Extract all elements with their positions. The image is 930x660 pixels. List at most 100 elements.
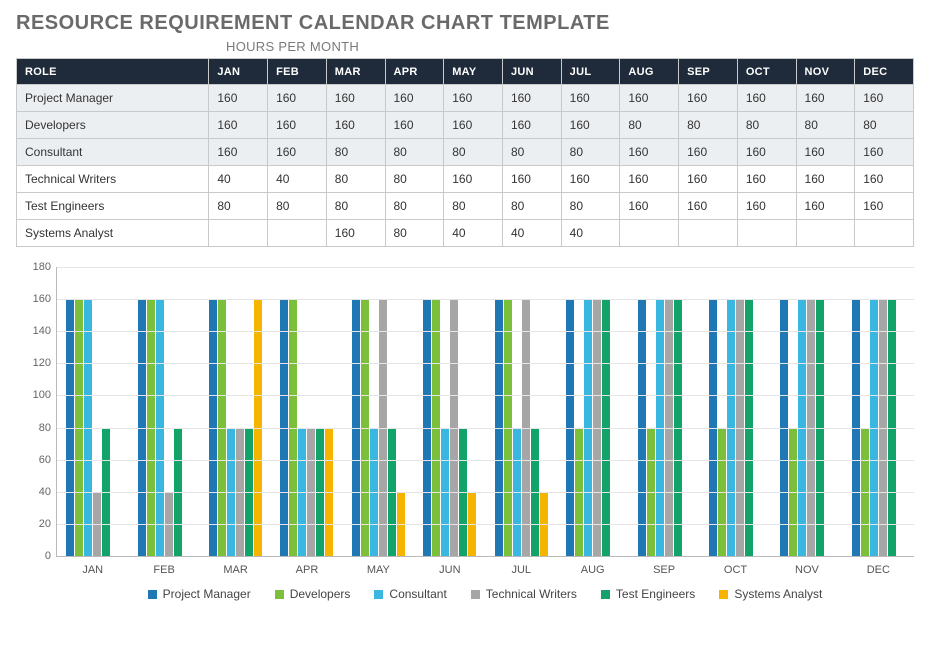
value-cell: 80 xyxy=(444,193,503,220)
y-tick-label: 120 xyxy=(21,357,51,369)
x-tick-label: MAY xyxy=(343,564,414,576)
value-cell: 160 xyxy=(385,112,444,139)
value-cell: 160 xyxy=(268,112,327,139)
y-tick-label: 160 xyxy=(21,293,51,305)
legend-swatch xyxy=(148,590,157,599)
value-cell: 160 xyxy=(502,166,561,193)
value-cell: 160 xyxy=(737,139,796,166)
x-tick-label: FEB xyxy=(128,564,199,576)
table-row: Developers160160160160160160160808080808… xyxy=(17,112,914,139)
value-cell: 160 xyxy=(326,112,385,139)
value-cell: 80 xyxy=(855,112,914,139)
bar-group: MAR xyxy=(200,267,271,556)
value-cell: 160 xyxy=(620,193,679,220)
col-header-month: JUL xyxy=(561,59,620,85)
value-cell: 160 xyxy=(444,112,503,139)
col-header-month: AUG xyxy=(620,59,679,85)
bar-group: FEB xyxy=(128,267,199,556)
value-cell: 80 xyxy=(268,193,327,220)
value-cell: 80 xyxy=(209,193,268,220)
y-tick-label: 80 xyxy=(21,422,51,434)
legend-swatch xyxy=(275,590,284,599)
role-cell: Project Manager xyxy=(17,85,209,112)
value-cell xyxy=(268,220,327,247)
x-tick-label: DEC xyxy=(843,564,914,576)
value-cell xyxy=(737,220,796,247)
value-cell: 160 xyxy=(326,220,385,247)
legend-swatch xyxy=(719,590,728,599)
y-tick-label: 20 xyxy=(21,518,51,530)
table-row: Systems Analyst16080404040 xyxy=(17,220,914,247)
value-cell: 80 xyxy=(385,139,444,166)
bar-group: MAY xyxy=(343,267,414,556)
x-tick-label: OCT xyxy=(700,564,771,576)
col-header-month: MAR xyxy=(326,59,385,85)
value-cell xyxy=(209,220,268,247)
page-title: RESOURCE REQUIREMENT CALENDAR CHART TEMP… xyxy=(16,12,914,35)
x-tick-label: SEP xyxy=(628,564,699,576)
value-cell xyxy=(855,220,914,247)
col-header-month: JAN xyxy=(209,59,268,85)
x-tick-label: MAR xyxy=(200,564,271,576)
value-cell: 160 xyxy=(855,193,914,220)
legend-swatch xyxy=(601,590,610,599)
value-cell: 160 xyxy=(385,85,444,112)
value-cell: 160 xyxy=(209,112,268,139)
table-row: Technical Writers40408080160160160160160… xyxy=(17,166,914,193)
value-cell: 160 xyxy=(855,85,914,112)
value-cell: 160 xyxy=(561,166,620,193)
bar-group: SEP xyxy=(628,267,699,556)
col-header-month: SEP xyxy=(679,59,738,85)
legend-item: Systems Analyst xyxy=(719,587,822,601)
value-cell: 160 xyxy=(679,166,738,193)
legend-item: Technical Writers xyxy=(471,587,577,601)
value-cell: 160 xyxy=(679,193,738,220)
value-cell: 160 xyxy=(620,85,679,112)
value-cell: 160 xyxy=(796,139,855,166)
legend-item: Developers xyxy=(275,587,351,601)
bar-group: JAN xyxy=(57,267,128,556)
table-row: Project Manager1601601601601601601601601… xyxy=(17,85,914,112)
legend-label: Test Engineers xyxy=(616,587,695,601)
value-cell: 160 xyxy=(679,139,738,166)
value-cell: 80 xyxy=(561,139,620,166)
value-cell: 160 xyxy=(268,139,327,166)
x-tick-label: NOV xyxy=(771,564,842,576)
legend-swatch xyxy=(374,590,383,599)
x-tick-label: AUG xyxy=(557,564,628,576)
resource-bar-chart: JANFEBMARAPRMAYJUNJULAUGSEPOCTNOVDEC 020… xyxy=(16,267,914,607)
col-header-month: APR xyxy=(385,59,444,85)
value-cell: 160 xyxy=(502,85,561,112)
value-cell: 40 xyxy=(444,220,503,247)
value-cell: 160 xyxy=(268,85,327,112)
legend-swatch xyxy=(471,590,480,599)
legend-item: Test Engineers xyxy=(601,587,695,601)
resource-table: ROLEJANFEBMARAPRMAYJUNJULAUGSEPOCTNOVDEC… xyxy=(16,58,914,247)
value-cell: 80 xyxy=(326,139,385,166)
col-header-month: OCT xyxy=(737,59,796,85)
value-cell: 80 xyxy=(796,112,855,139)
value-cell: 160 xyxy=(796,85,855,112)
legend-item: Consultant xyxy=(374,587,446,601)
value-cell: 160 xyxy=(855,139,914,166)
hours-per-month-label: HOURS PER MONTH xyxy=(226,39,914,54)
y-tick-label: 0 xyxy=(21,550,51,562)
value-cell: 160 xyxy=(561,85,620,112)
legend-item: Project Manager xyxy=(148,587,251,601)
value-cell: 40 xyxy=(268,166,327,193)
bar-group: DEC xyxy=(843,267,914,556)
value-cell xyxy=(620,220,679,247)
x-tick-label: APR xyxy=(271,564,342,576)
value-cell xyxy=(679,220,738,247)
role-cell: Consultant xyxy=(17,139,209,166)
value-cell: 80 xyxy=(620,112,679,139)
bar-group: JUL xyxy=(486,267,557,556)
value-cell: 160 xyxy=(444,166,503,193)
value-cell: 40 xyxy=(561,220,620,247)
value-cell: 80 xyxy=(737,112,796,139)
value-cell: 80 xyxy=(385,193,444,220)
value-cell: 80 xyxy=(679,112,738,139)
value-cell: 160 xyxy=(737,85,796,112)
value-cell xyxy=(796,220,855,247)
value-cell: 160 xyxy=(209,85,268,112)
